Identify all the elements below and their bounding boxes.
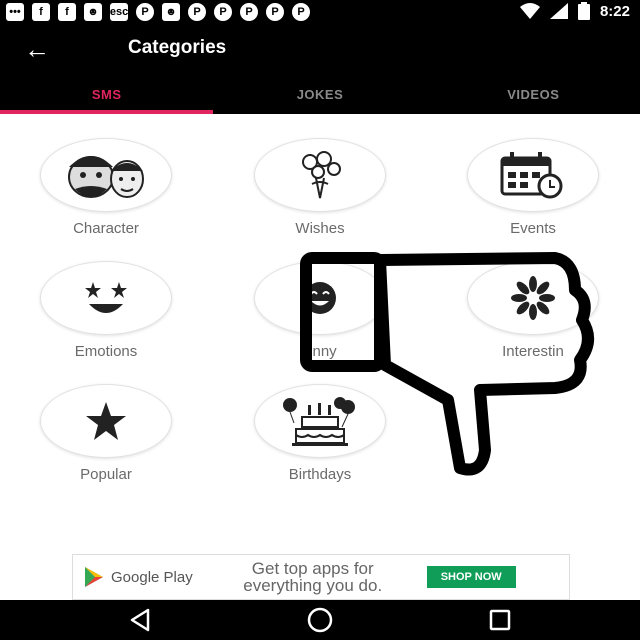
cat-notification-icon: ☻ [162,3,180,21]
clock: 8:22 [599,2,630,20]
esc-notification-icon: esc [110,3,128,21]
recents-square-icon [489,609,511,631]
ad-banner[interactable]: Google Play Get top apps for everything … [72,554,570,600]
pinterest-notification-icon: P [266,3,284,21]
back-arrow-icon[interactable]: ← [24,34,50,65]
wifi-icon [519,3,540,19]
category-label: Character [73,220,139,237]
battery-icon [577,2,590,20]
back-triangle-icon [130,608,150,632]
recents-nav-button[interactable] [470,600,530,640]
ad-copy: Get top apps for everything you do. [213,560,413,594]
signal-icon [549,3,568,19]
google-play-logo: Google Play [83,565,193,589]
category-events[interactable]: Events [443,138,623,237]
category-label: Popular [80,466,132,483]
shop-now-button[interactable]: SHOP NOW [426,566,516,588]
tab-jokes[interactable]: JOKES [213,82,426,114]
facebook-notification-icon: f [32,3,50,21]
pinterest-notification-icon: P [188,3,206,21]
store-name: Google Play [111,568,193,586]
page-title: Categories [128,37,227,58]
pinterest-notification-icon: P [214,3,232,21]
notification-icons: ••• f f ☻ esc P ☻ P P P P P [6,3,310,21]
home-nav-button[interactable] [290,600,350,640]
active-tab-indicator [0,110,213,114]
bouquet-icon [302,151,341,199]
category-label: Emotions [74,343,138,360]
tab-videos[interactable]: VIDEOS [427,82,640,114]
thumbs-down-icon [300,252,594,476]
category-popular[interactable]: Popular [16,384,196,483]
star-icon [86,402,126,440]
pinterest-notification-icon: P [136,3,154,21]
app-bar: ← Categories SMS JOKES VIDEOS [0,24,640,114]
pinterest-notification-icon: P [292,3,310,21]
pinterest-notification-icon: P [240,3,258,21]
category-character[interactable]: Character [16,138,196,237]
navigation-bar [0,600,640,640]
cat-notification-icon: ☻ [84,3,102,21]
character-faces-icon [68,156,144,198]
system-status: 8:22 [519,2,630,20]
category-label: Events [510,220,556,237]
category-wishes[interactable]: Wishes [230,138,410,237]
calendar-clock-icon [500,152,563,199]
ad-line-1: Get top apps for [251,559,374,578]
starry-eyes-icon [85,282,127,313]
ad-line-2: everything you do. [243,576,383,595]
back-nav-button[interactable] [110,600,170,640]
category-label: Wishes [295,220,345,237]
status-bar: ••• f f ☻ esc P ☻ P P P P P 8:22 [0,0,640,24]
home-circle-icon [307,607,333,633]
facebook-notification-icon: f [58,3,76,21]
tab-bar: SMS JOKES VIDEOS [0,82,640,114]
category-emotions[interactable]: Emotions [16,261,196,360]
chat-notification-icon: ••• [6,3,24,21]
play-store-icon [85,567,103,587]
